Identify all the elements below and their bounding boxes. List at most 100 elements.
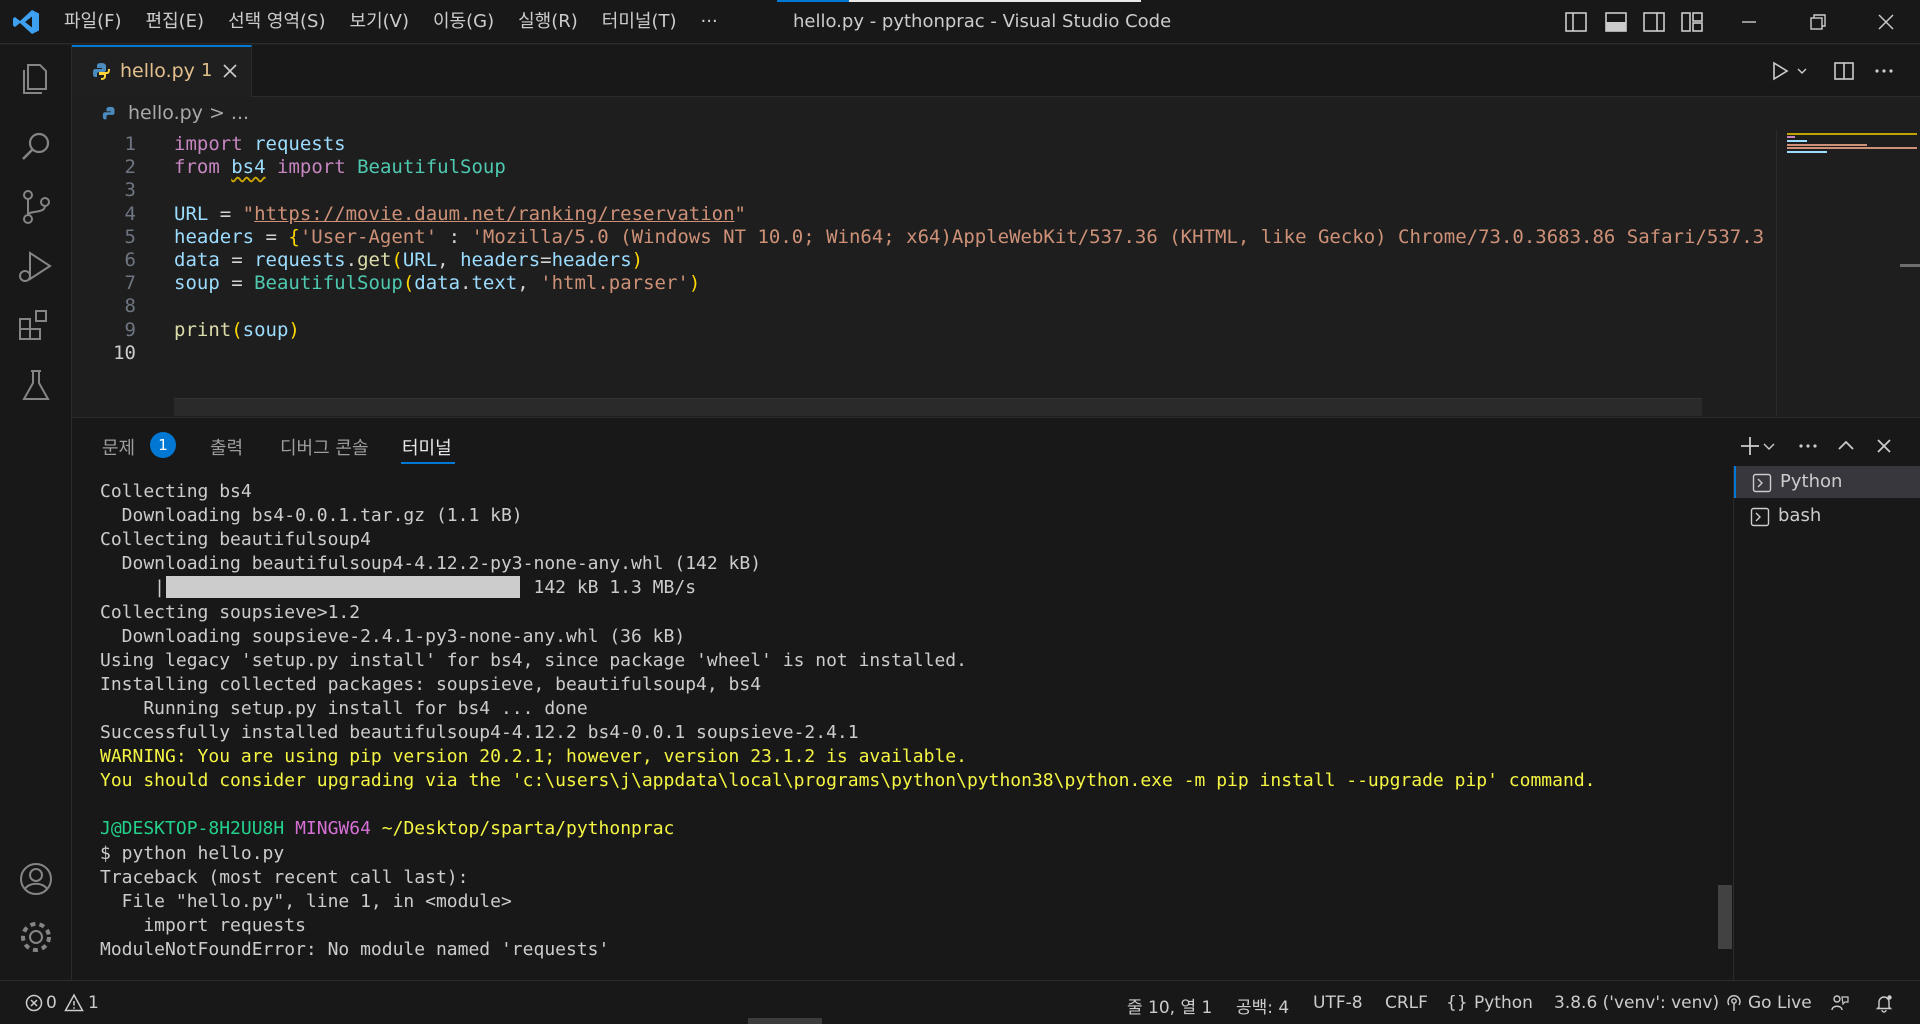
vscode-logo-icon[interactable] — [12, 9, 40, 35]
python-interpreter[interactable]: 3.8.6 ('venv': venv) — [1554, 993, 1719, 1013]
code-token: ) — [631, 249, 644, 271]
warning-icon[interactable] — [64, 993, 84, 1013]
terminal-line: Collecting beautifulsoup4 — [100, 529, 371, 551]
tab-terminal[interactable]: 터미널 — [402, 434, 452, 460]
new-terminal-plus-icon[interactable] — [1736, 432, 1764, 460]
encoding[interactable]: UTF-8 — [1313, 993, 1363, 1013]
menu-file[interactable]: 파일(F) — [54, 0, 134, 44]
code-token: = — [208, 202, 243, 225]
menu-selection[interactable]: 선택 영역(S) — [216, 0, 337, 44]
menu-terminal[interactable]: 터미널(T) — [590, 0, 689, 44]
line-number: 10 — [113, 341, 136, 364]
toggle-panel-icon[interactable] — [1602, 8, 1630, 36]
code-token: " — [734, 202, 746, 225]
testing-icon[interactable] — [14, 363, 58, 407]
code-token: = — [219, 249, 255, 271]
menu-bar: 파일(F) 편집(E) 선택 영역(S) 보기(V) 이동(G) 실행(R) 터… — [54, 0, 730, 44]
restore-icon[interactable] — [1804, 8, 1832, 36]
terminal-item-label: bash — [1778, 505, 1822, 526]
minimap-line — [1787, 151, 1827, 153]
active-tab-indicator — [401, 462, 455, 464]
accounts-icon[interactable] — [14, 857, 58, 901]
run-debug-icon[interactable] — [14, 245, 58, 289]
close-panel-icon[interactable] — [1870, 432, 1898, 460]
chevron-down-icon[interactable] — [1796, 65, 1808, 77]
more-actions-icon[interactable] — [1794, 432, 1822, 460]
problems-badge: 1 — [150, 432, 176, 458]
indentation[interactable]: 공백: 4 — [1236, 993, 1289, 1018]
feedback-icon[interactable] — [1830, 993, 1850, 1013]
broadcast-icon[interactable] — [1724, 993, 1744, 1013]
warning-count[interactable]: 1 — [88, 993, 99, 1013]
source-control-icon[interactable] — [14, 185, 58, 229]
minimize-icon[interactable] — [1735, 8, 1763, 36]
code-token: soup — [174, 272, 220, 295]
maximize-panel-icon[interactable] — [1832, 432, 1860, 460]
menu-run[interactable]: 실행(R) — [506, 0, 590, 44]
search-icon[interactable] — [14, 125, 58, 169]
code-token: , — [517, 272, 541, 295]
settings-gear-icon[interactable] — [14, 915, 58, 959]
terminal-line: ModuleNotFoundError: No module named 're… — [100, 938, 610, 960]
customize-layout-icon[interactable] — [1678, 8, 1706, 36]
close-tab-icon[interactable] — [218, 59, 242, 83]
cursor-position[interactable]: 줄 10, 열 1 — [1127, 993, 1212, 1018]
prompt-part — [284, 818, 295, 839]
menu-view[interactable]: 보기(V) — [338, 0, 421, 44]
split-editor-icon[interactable] — [1832, 59, 1856, 83]
code-token: = — [540, 249, 552, 271]
code-token: import — [174, 133, 243, 155]
terminal-line: Running setup.py install for bs4 ... don… — [100, 697, 588, 719]
code-token: ( — [402, 272, 415, 295]
code-token: data — [414, 272, 461, 295]
code-token: URL — [174, 202, 209, 225]
braces-icon[interactable]: {} — [1446, 993, 1468, 1013]
toggle-secondary-sidebar-icon[interactable] — [1640, 8, 1668, 36]
terminal-item-bash[interactable]: bash — [1734, 500, 1920, 532]
extensions-icon[interactable] — [14, 303, 58, 347]
breadcrumb-path[interactable]: hello.py > ... — [128, 102, 249, 124]
tab-problems[interactable]: 문제 — [102, 434, 135, 460]
more-actions-icon[interactable] — [1872, 59, 1896, 83]
window-title: hello.py - pythonprac - Visual Studio Co… — [793, 11, 1172, 32]
code-token: { — [288, 225, 300, 248]
language-mode[interactable]: Python — [1474, 993, 1533, 1013]
terminal-item-python[interactable]: Python — [1734, 466, 1920, 498]
error-icon[interactable] — [24, 993, 44, 1013]
go-live-button[interactable]: Go Live — [1748, 993, 1812, 1013]
menu-go[interactable]: 이동(G) — [421, 0, 506, 44]
terminal-output[interactable]: Collecting bs4 Downloading bs4-0.0.1.tar… — [100, 480, 1720, 974]
explorer-icon[interactable] — [14, 57, 58, 101]
menu-edit[interactable]: 편집(E) — [134, 0, 217, 44]
code-editor[interactable]: 1 import requests 2 from bs4 import Beautif… — [72, 130, 1776, 416]
terminal-icon — [1752, 473, 1772, 493]
terminal-scrollbar[interactable] — [1718, 885, 1732, 949]
toggle-primary-sidebar-icon[interactable] — [1562, 8, 1590, 36]
run-python-file-icon[interactable] — [1768, 59, 1792, 83]
minimap-line — [1787, 136, 1795, 138]
tab-debug-console[interactable]: 디버그 콘솔 — [280, 434, 369, 460]
prompt-part: J@DESKTOP-8H2UU8H — [100, 818, 285, 840]
minimap[interactable] — [1776, 130, 1920, 416]
code-line[interactable]: 10 — [72, 339, 1776, 368]
code-token: = — [254, 225, 289, 248]
tab-hello-py[interactable]: hello.py 1 — [72, 45, 252, 97]
close-window-icon[interactable] — [1872, 8, 1900, 36]
notifications-bell-icon[interactable] — [1874, 993, 1894, 1013]
editor-tab-bar — [72, 45, 1920, 97]
chevron-down-icon[interactable] — [1762, 432, 1776, 460]
editor-scrollbar[interactable] — [1900, 264, 1920, 267]
menu-more[interactable]: ··· — [689, 0, 730, 44]
minimap-line — [1787, 140, 1807, 142]
code-token: get — [357, 249, 392, 271]
tab-output[interactable]: 출력 — [210, 434, 243, 460]
code-token: URL — [402, 249, 438, 271]
terminal-line: import requests — [100, 914, 306, 936]
line-ending[interactable]: CRLF — [1385, 993, 1428, 1013]
terminal-line: Using legacy 'setup.py install' for bs4,… — [100, 649, 967, 671]
code-token: = — [219, 272, 255, 295]
code-token: 'html.parser' — [540, 272, 689, 295]
error-count[interactable]: 0 — [46, 993, 57, 1013]
code-token: https://movie.daum.net/ranking/reservati… — [254, 202, 735, 225]
